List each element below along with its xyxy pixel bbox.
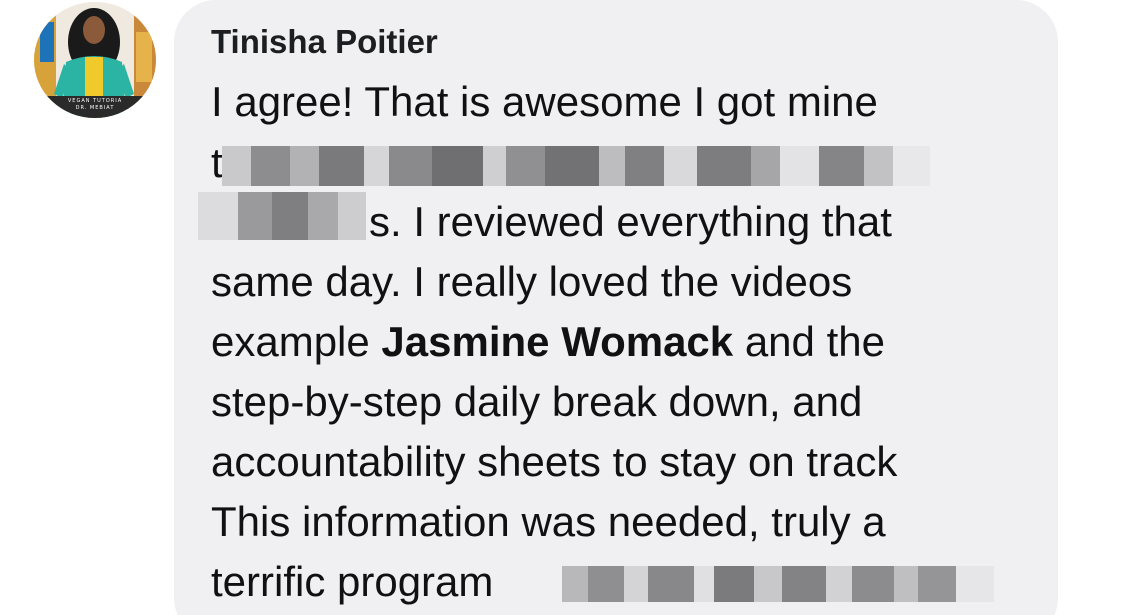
comment-line-2: t: [211, 137, 223, 189]
comment-line-6: step-by-step daily break down, and: [211, 378, 863, 425]
comment-screen: VEGAN TUTORIA DR. MEBIAT Tinisha Poitier…: [0, 0, 1125, 615]
mention-link[interactable]: Jasmine Womack: [381, 318, 733, 365]
comment-line-4: same day. I really loved the videos: [211, 258, 853, 305]
comment-line-9: terrific program: [211, 558, 494, 605]
comment-author[interactable]: Tinisha Poitier: [211, 22, 438, 62]
avatar-caption: VEGAN TUTORIA DR. MEBIAT: [34, 98, 156, 112]
redacted-text-block: [562, 566, 994, 602]
comment-line-5-before: example: [211, 318, 382, 365]
comment-line-2-prefix: t: [211, 139, 223, 186]
comment-line-7: accountability sheets to stay on track: [211, 438, 898, 485]
comment-line-1: I agree! That is awesome I got mine: [211, 78, 878, 125]
avatar-caption-line1: VEGAN TUTORIA: [67, 98, 123, 104]
comment-line-5-after: and the: [733, 318, 885, 365]
comment-line-5: example Jasmine Womack and the: [211, 316, 885, 368]
avatar-caption-line2: DR. MEBIAT: [75, 105, 115, 111]
comment-line-8: This information was needed, truly a: [211, 498, 886, 545]
redacted-text-block: [222, 146, 931, 186]
author-avatar[interactable]: VEGAN TUTORIA DR. MEBIAT: [34, 2, 156, 118]
comment-line-3: s. I reviewed everything that: [369, 198, 892, 245]
redacted-text-block: [198, 192, 366, 240]
